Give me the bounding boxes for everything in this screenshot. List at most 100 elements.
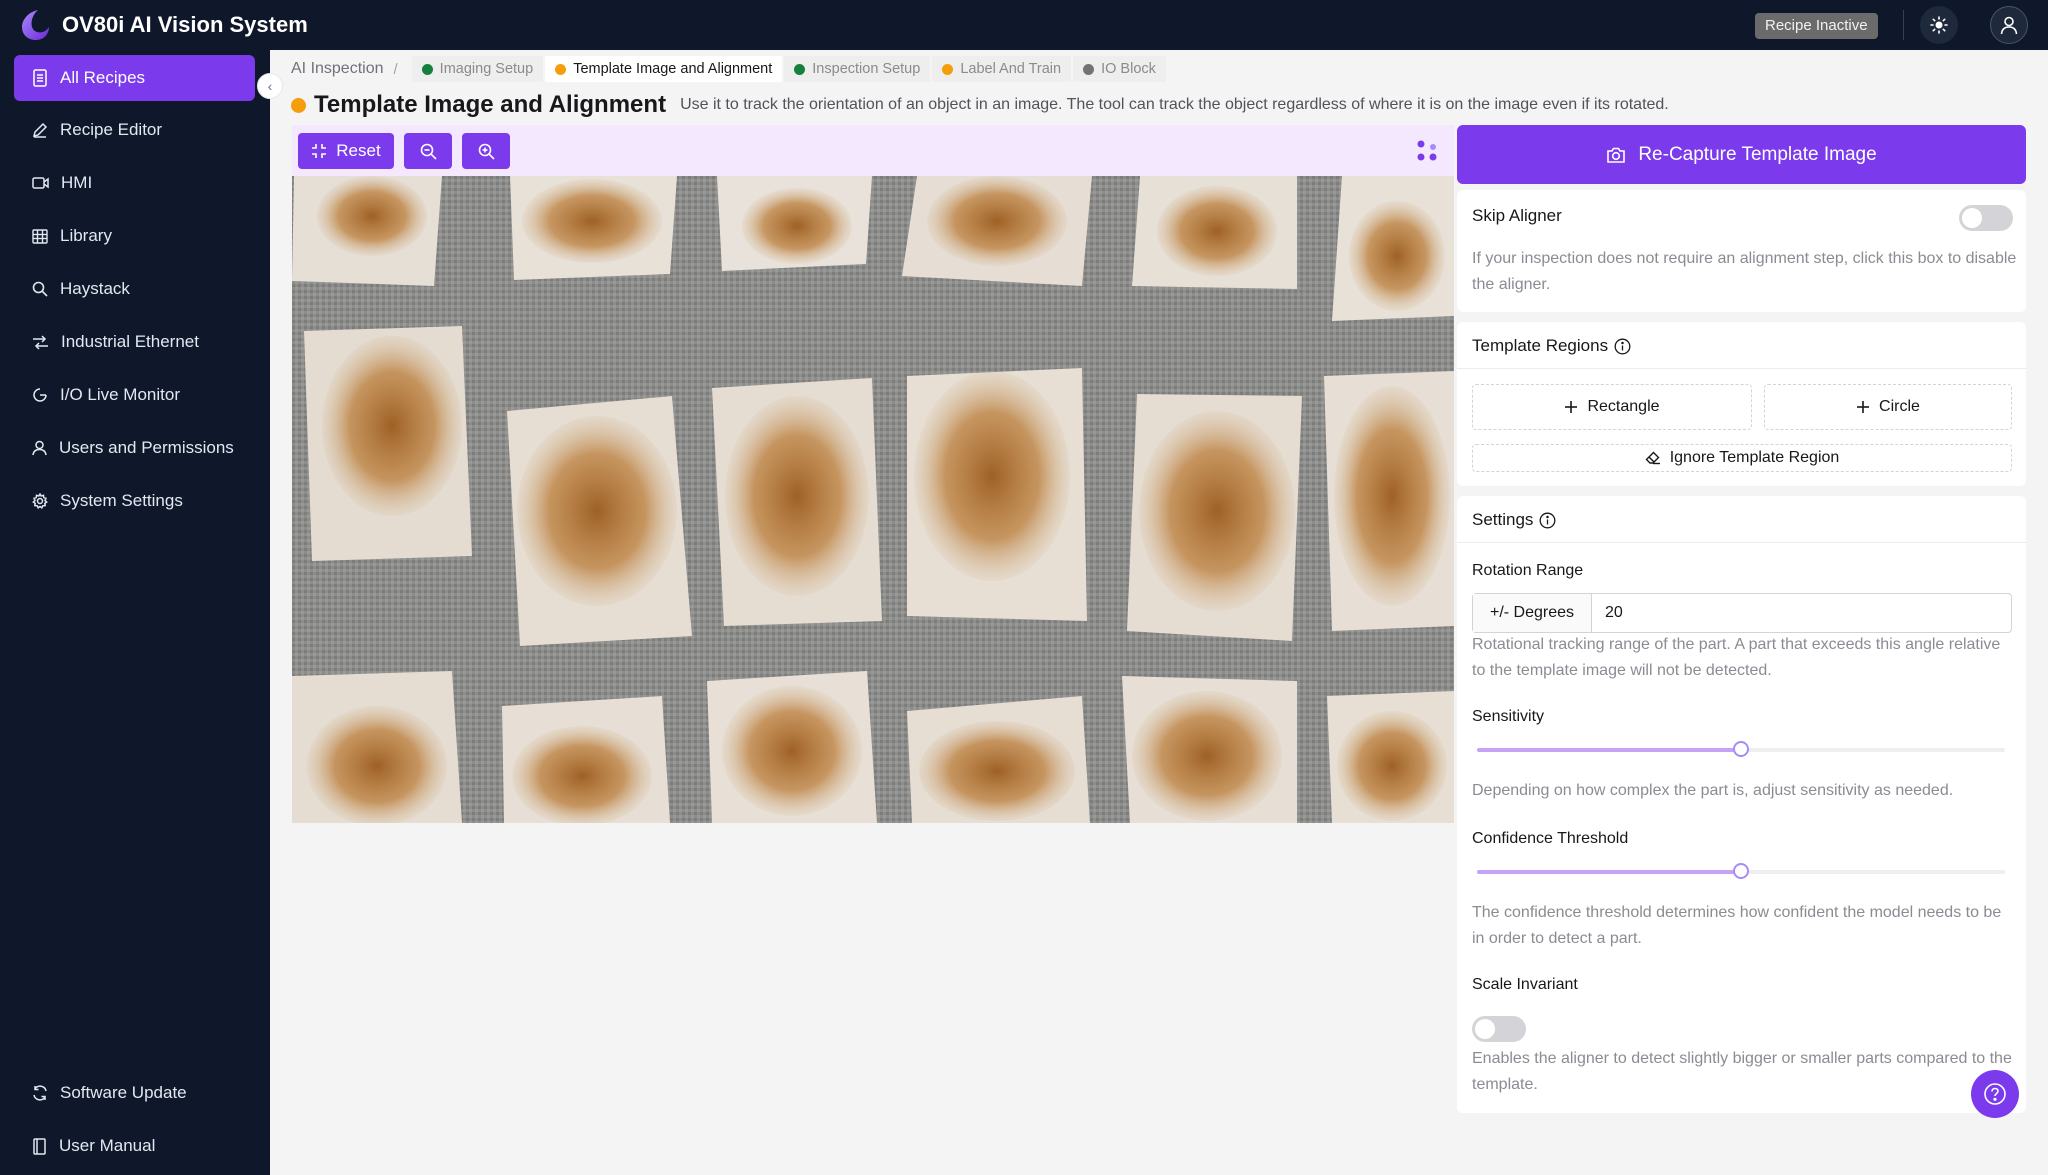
slider-thumb[interactable]	[1733, 863, 1749, 879]
sidebar-item-hmi[interactable]: HMI	[14, 160, 255, 206]
app-title: OV80i AI Vision System	[62, 12, 308, 37]
sidebar-collapse-button[interactable]: ‹	[257, 73, 283, 99]
rotation-range-input-group: +/- Degrees 20	[1472, 593, 2012, 633]
reset-label: Reset	[336, 141, 381, 160]
help-icon	[1984, 1083, 2006, 1105]
tab-label: IO Block	[1101, 61, 1156, 77]
network-icon	[33, 334, 48, 350]
template-image-canvas[interactable]	[292, 176, 1454, 823]
camera-icon	[1607, 147, 1626, 163]
rectangle-label: Rectangle	[1587, 398, 1660, 415]
sidebar-item-library[interactable]: Library	[14, 213, 255, 259]
add-rectangle-button[interactable]: Rectangle	[1472, 384, 1752, 430]
tab-inspection-setup[interactable]: Inspection Setup	[784, 56, 931, 82]
sidebar-item-industrial-ethernet[interactable]: Industrial Ethernet	[14, 319, 255, 365]
shrink-icon	[312, 144, 327, 158]
ignore-template-region-button[interactable]: Ignore Template Region	[1472, 444, 2012, 472]
status-dot	[1083, 63, 1095, 75]
template-image	[292, 176, 1454, 823]
status-dot	[421, 63, 433, 75]
sidebar-item-label: Library	[60, 226, 112, 245]
part-sample	[1122, 676, 1297, 823]
scale-invariant-toggle[interactable]	[1472, 1016, 1526, 1042]
confidence-slider[interactable]	[1477, 863, 2005, 879]
sidebar-item-label: Haystack	[60, 279, 130, 298]
user-menu-button[interactable]	[1990, 6, 2028, 44]
sidebar: All Recipes Recipe Editor HMI Library Ha…	[0, 50, 270, 1175]
scale-invariant-label: Scale Invariant	[1472, 976, 1578, 993]
part-sample	[707, 671, 877, 823]
sidebar-item-all-recipes[interactable]: All Recipes	[14, 55, 255, 101]
sidebar-item-label: System Settings	[60, 491, 183, 510]
user-icon	[2000, 16, 2018, 35]
status-dot	[794, 63, 806, 75]
tab-template-image-and-alignment[interactable]: Template Image and Alignment	[545, 56, 783, 82]
slider-fill	[1477, 748, 1741, 752]
sidebar-item-recipe-editor[interactable]: Recipe Editor	[14, 107, 255, 153]
tab-label-and-train[interactable]: Label And Train	[932, 56, 1072, 82]
zoom-in-button[interactable]	[462, 133, 510, 169]
refresh-icon	[33, 1085, 47, 1101]
circle-label: Circle	[1879, 398, 1920, 415]
sidebar-item-users-and-permissions[interactable]: Users and Permissions	[14, 425, 255, 471]
sidebar-item-label: All Recipes	[60, 68, 146, 87]
add-circle-button[interactable]: Circle	[1764, 384, 2012, 430]
sensitivity-slider[interactable]	[1477, 741, 2005, 757]
sidebar-item-haystack[interactable]: Haystack	[14, 266, 255, 312]
skip-aligner-toggle[interactable]	[1959, 205, 2013, 231]
info-icon[interactable]	[1539, 512, 1556, 529]
part-sample	[292, 176, 442, 286]
sidebar-item-io-live-monitor[interactable]: I/O Live Monitor	[14, 372, 255, 418]
sidebar-item-user-manual[interactable]: User Manual	[14, 1123, 255, 1169]
template-regions-label: Template Regions	[1472, 336, 1609, 355]
info-icon[interactable]	[1614, 338, 1631, 355]
page-title: Template Image and Alignment	[314, 91, 667, 118]
part-sample	[1327, 691, 1454, 823]
slider-thumb[interactable]	[1733, 741, 1749, 757]
slider-fill	[1477, 870, 1741, 874]
part-sample	[292, 671, 462, 823]
pencil-icon	[32, 122, 48, 138]
plus-icon	[1857, 401, 1870, 413]
rotation-range-help: Rotational tracking range of the part. A…	[1472, 636, 2001, 679]
status-dot	[942, 63, 954, 75]
book-icon	[33, 1137, 46, 1155]
toggle-knob	[1962, 208, 1982, 228]
sidebar-item-label: User Manual	[59, 1136, 156, 1155]
sensitivity-label: Sensitivity	[1472, 708, 1545, 725]
skip-aligner-help: If your inspection does not require an a…	[1472, 250, 2017, 293]
tab-io-block[interactable]: IO Block	[1073, 56, 1166, 82]
part-sample	[712, 378, 882, 626]
part-sample	[1324, 371, 1454, 631]
chevron-left-icon: ‹	[267, 78, 273, 94]
sidebar-item-label: I/O Live Monitor	[60, 385, 180, 404]
eraser-icon	[1645, 451, 1660, 465]
zoom-out-button[interactable]	[404, 133, 452, 169]
monitor-icon	[33, 388, 47, 402]
breadcrumb-root[interactable]: AI Inspection	[291, 60, 384, 78]
tab-imaging-setup[interactable]: Imaging Setup	[411, 56, 544, 82]
theme-toggle-button[interactable]	[1920, 6, 1958, 44]
sidebar-item-system-settings[interactable]: System Settings	[14, 478, 255, 524]
page-description: Use it to track the orientation of an ob…	[680, 96, 1669, 113]
rotation-range-input[interactable]: 20	[1592, 594, 2011, 632]
loading-dots-icon	[1417, 140, 1437, 161]
part-sample	[907, 696, 1090, 823]
confidence-help: The confidence threshold determines how …	[1472, 904, 2002, 947]
rotation-unit-addon: +/- Degrees	[1473, 594, 1592, 632]
part-sample	[1132, 176, 1297, 289]
tab-label: Inspection Setup	[812, 61, 921, 77]
sidebar-item-label: HMI	[61, 173, 93, 192]
top-bar: OV80i AI Vision System Recipe Inactive	[0, 0, 2048, 50]
recapture-template-button[interactable]: Re-Capture Template Image	[1457, 125, 2026, 184]
part-sample	[304, 326, 472, 561]
skip-aligner-card: Skip Aligner If your inspection does not…	[1457, 190, 2026, 312]
part-sample	[510, 176, 677, 280]
reset-button[interactable]: Reset	[298, 133, 394, 169]
help-button[interactable]	[1971, 1070, 2019, 1118]
divider	[1457, 368, 2026, 369]
sidebar-item-software-update[interactable]: Software Update	[14, 1070, 255, 1116]
part-sample	[1127, 394, 1302, 641]
plus-icon	[1565, 401, 1578, 413]
confidence-threshold-label: Confidence Threshold	[1472, 830, 1629, 847]
